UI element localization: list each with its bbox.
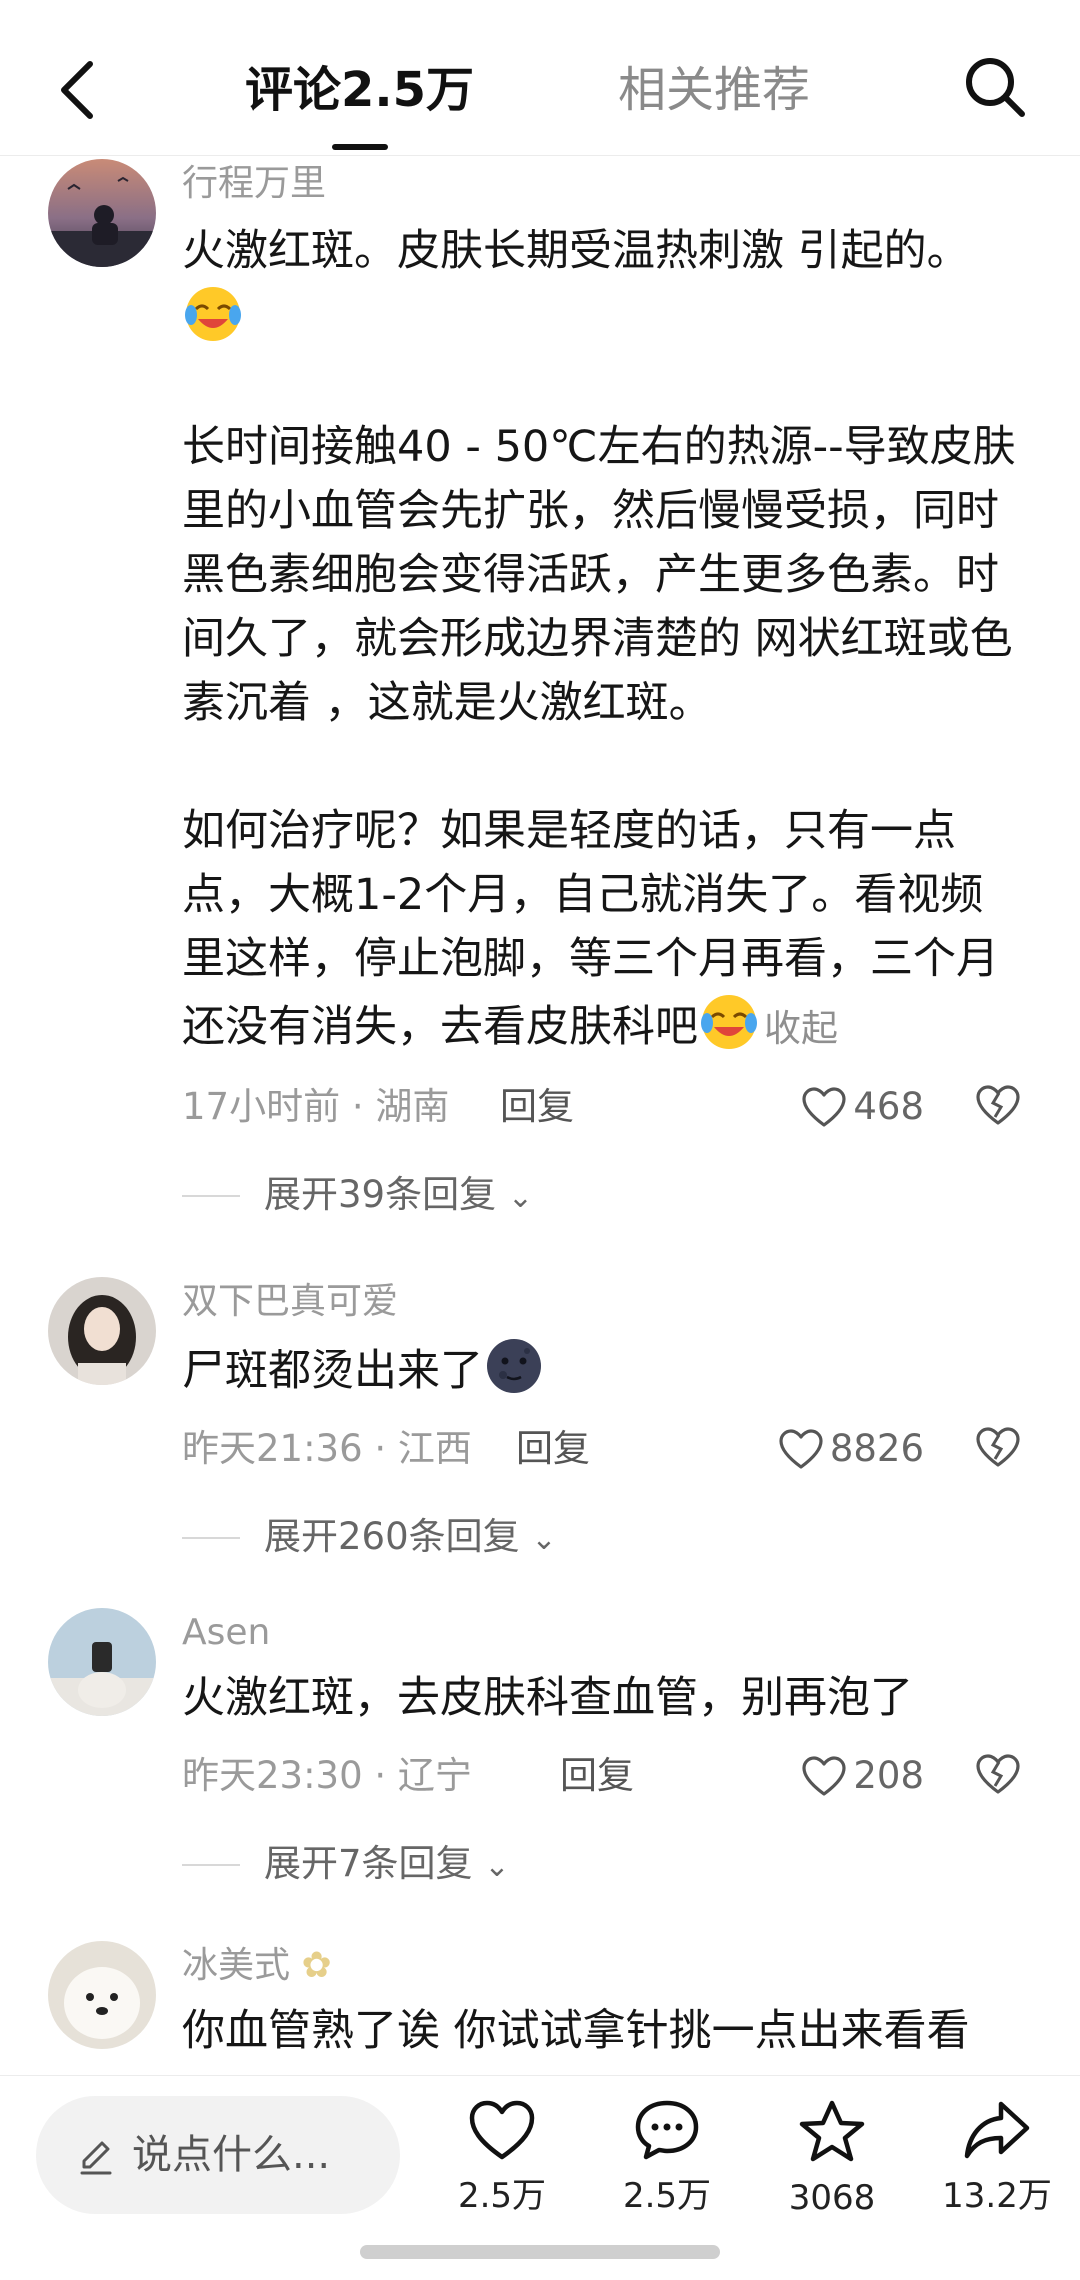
search-button[interactable] xyxy=(960,52,1030,122)
comment-count: 2.5万 xyxy=(622,2176,712,2216)
expand-replies-button[interactable]: 展开7条回复 ⌄ xyxy=(182,1834,1022,1894)
favorite-count: 3068 xyxy=(788,2178,876,2218)
comment-bubble-icon xyxy=(635,2100,699,2160)
like-count: 8826 xyxy=(829,1427,924,1470)
username[interactable]: 冰美式 ✿ xyxy=(182,1941,1022,1991)
expand-replies-button[interactable]: 展开260条回复 ⌄ xyxy=(182,1507,1022,1567)
comment-body: 行程万里 火激红斑。皮肤长期受温热刺激 引起的。 长时间接触40 - 50℃左右… xyxy=(182,159,1022,1225)
like-button[interactable]: 208 xyxy=(801,1744,924,1808)
expand-replies-button[interactable]: 展开39条回复 ⌄ xyxy=(182,1165,1022,1225)
like-count: 208 xyxy=(853,1754,924,1797)
like-video-button[interactable]: 2.5万 xyxy=(432,2098,572,2216)
star-outline-icon xyxy=(799,2100,865,2162)
username[interactable]: 双下巴真可爱 xyxy=(182,1277,1022,1327)
expand-label: 展开39条回复 xyxy=(264,1173,497,1216)
dark-moon-face-emoji-icon xyxy=(487,1339,541,1393)
chevron-down-icon: ⌄ xyxy=(531,1522,557,1557)
collapse-button[interactable]: 收起 xyxy=(764,1007,838,1050)
time-location: 昨天21:36 · 江西 xyxy=(182,1427,472,1470)
divider xyxy=(182,1537,240,1539)
comment-input[interactable]: 说点什么... xyxy=(36,2096,400,2214)
reply-button[interactable]: 回复 xyxy=(516,1417,590,1481)
comment-paragraph: 长时间接触40 - 50℃左右的热源--导致皮肤里的小血管会先扩张，然后慢慢受损… xyxy=(182,422,1016,728)
reply-button[interactable]: 回复 xyxy=(560,1744,634,1808)
pencil-icon xyxy=(80,2141,112,2175)
tab-comments[interactable]: 评论2.5万 xyxy=(245,58,474,122)
broken-heart-icon[interactable] xyxy=(974,1425,1022,1469)
comment-text: 你血管熟了诶 你试试拿针挑一点出来看看 xyxy=(182,2006,970,2056)
avatar[interactable] xyxy=(48,1941,156,2049)
tab-related-recommendations[interactable]: 相关推荐 xyxy=(618,58,810,122)
divider xyxy=(182,1195,240,1197)
comment-body: Asen 火激红斑，去皮肤科查血管，别再泡了 昨天23:30 · 辽宁 回复 2… xyxy=(182,1608,1022,1894)
like-button[interactable]: 468 xyxy=(801,1075,924,1139)
comment-meta: 昨天23:30 · 辽宁 回复 208 xyxy=(182,1744,1022,1808)
reply-button[interactable]: 回复 xyxy=(500,1075,574,1139)
chevron-left-icon xyxy=(61,61,93,119)
share-arrow-icon xyxy=(964,2101,1030,2159)
time-location: 昨天23:30 · 辽宁 xyxy=(182,1754,472,1797)
avatar[interactable] xyxy=(48,1277,156,1385)
avatar[interactable] xyxy=(48,159,156,267)
expand-label: 展开7条回复 xyxy=(264,1842,473,1885)
heart-outline-icon xyxy=(779,1429,823,1469)
like-count: 468 xyxy=(853,1085,924,1128)
like-count: 2.5万 xyxy=(457,2176,547,2216)
heart-outline-icon xyxy=(802,1756,846,1796)
wheat-badge-icon: ✿ xyxy=(301,1945,332,1986)
comment-paragraph: 火激红斑。皮肤长期受温热刺激 引起的。 xyxy=(182,226,970,276)
comment-text: 火激红斑。皮肤长期受温热刺激 引起的。 长时间接触40 - 50℃左右的热源--… xyxy=(182,219,1022,1061)
heart-outline-icon xyxy=(469,2100,535,2160)
top-nav-bar: 评论2.5万 相关推荐 xyxy=(0,0,1080,156)
comment-content: 尸斑都烫出来了 xyxy=(182,1346,483,1396)
back-button[interactable] xyxy=(52,58,102,122)
input-placeholder: 说点什么... xyxy=(132,2132,331,2178)
comment-paragraph: 如何治疗呢？如果是轻度的话，只有一点点，大概1-2个月，自己就消失了。看视频里这… xyxy=(182,806,999,1052)
comment-meta: 17小时前 · 湖南 回复 468 xyxy=(182,1075,1022,1139)
favorite-button[interactable]: 3068 xyxy=(762,2098,902,2218)
share-count: 13.2万 xyxy=(942,2176,1052,2216)
username[interactable]: 行程万里 xyxy=(182,159,1022,209)
heart-outline-icon xyxy=(802,1087,846,1127)
comment-meta: 昨天21:36 · 江西 回复 8826 xyxy=(182,1417,1022,1481)
comment-text: 火激红斑，去皮肤科查血管，别再泡了 xyxy=(182,1673,913,1723)
active-tab-indicator xyxy=(332,144,388,150)
comment-body: 冰美式 ✿ 你血管熟了诶 你试试拿针挑一点出来看看 xyxy=(182,1941,1022,2063)
home-indicator[interactable] xyxy=(360,2245,720,2259)
comment-body: 双下巴真可爱 尸斑都烫出来了 昨天21:36 · 江西 回复 8826 展开26… xyxy=(182,1277,1022,1567)
avatar[interactable] xyxy=(48,1608,156,1716)
expand-label: 展开260条回复 xyxy=(264,1515,520,1558)
username-text: 冰美式 xyxy=(182,1945,291,1986)
broken-heart-icon[interactable] xyxy=(974,1083,1022,1127)
time-location: 17小时前 · 湖南 xyxy=(182,1085,450,1128)
comment-button[interactable]: 2.5万 xyxy=(597,2098,737,2216)
username[interactable]: Asen xyxy=(182,1608,1022,1658)
laughing-crying-emoji-icon xyxy=(701,995,757,1049)
broken-heart-icon[interactable] xyxy=(974,1752,1022,1796)
comments-page: 评论2.5万 相关推荐 行程万里 火激红斑。皮肤长期受温热刺激 引起的。 长时间… xyxy=(0,0,1080,2280)
laughing-crying-emoji-icon xyxy=(185,287,241,341)
comment-list[interactable]: 行程万里 火激红斑。皮肤长期受温热刺激 引起的。 长时间接触40 - 50℃左右… xyxy=(0,155,1080,2075)
chevron-down-icon: ⌄ xyxy=(507,1180,533,1215)
divider xyxy=(182,1864,240,1866)
like-button[interactable]: 8826 xyxy=(778,1417,924,1481)
search-icon xyxy=(966,58,1025,117)
chevron-down-icon: ⌄ xyxy=(484,1849,510,1884)
share-button[interactable]: 13.2万 xyxy=(927,2098,1067,2216)
comment-text: 尸斑都烫出来了 xyxy=(182,1335,1022,1403)
